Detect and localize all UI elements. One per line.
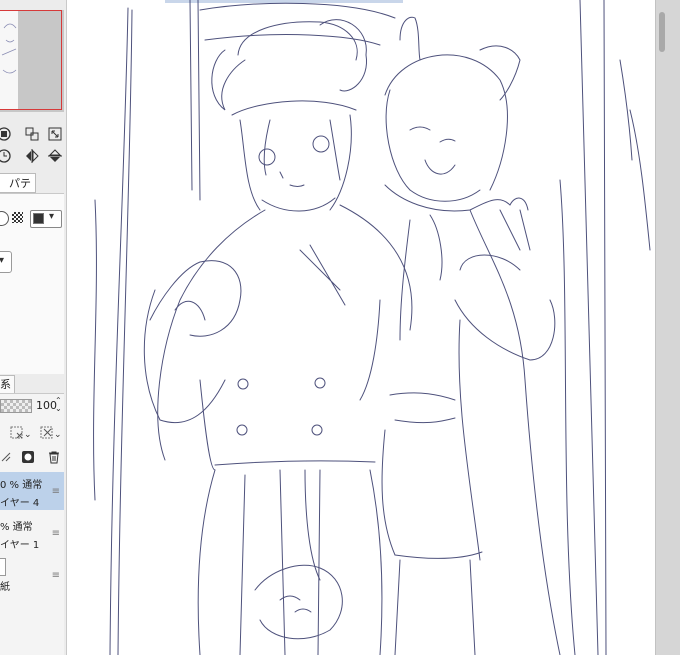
drawing-canvas[interactable] [67, 0, 655, 655]
paper-color-swatch [0, 558, 6, 576]
layer-name: イヤー 4 [0, 498, 40, 509]
sketch-artwork [93, 0, 651, 655]
svg-text:⌄: ⌄ [54, 430, 62, 440]
opacity-value[interactable]: 100 [36, 399, 57, 412]
clipping-icon[interactable]: ⌄ [8, 423, 32, 443]
scrollbar-thumb[interactable] [659, 12, 665, 52]
expand-icon[interactable] [45, 124, 65, 144]
layer-style-select[interactable]: ▾ [30, 210, 62, 228]
vertical-scrollbar[interactable] [655, 0, 680, 655]
square-icon [33, 213, 44, 224]
layer-name: 紙 [0, 582, 10, 593]
navigator-view-frame[interactable] [0, 10, 62, 110]
navigator-preview[interactable] [0, 10, 64, 112]
circle-option-icon[interactable] [0, 211, 9, 226]
layer-name: イヤー 1 [0, 540, 40, 551]
opacity-spinner[interactable]: ⌃ ⌄ [55, 397, 62, 413]
lock-icon[interactable] [0, 447, 16, 467]
reference-icon[interactable]: ⌄ [38, 423, 64, 443]
stop-icon[interactable] [0, 124, 14, 144]
texture-icon[interactable] [12, 212, 23, 223]
layer-row-1[interactable]: % 通常 イヤー 1 ≡ [0, 514, 64, 552]
drag-handle-icon[interactable]: ≡ [52, 570, 60, 581]
blend-mode-select[interactable]: ▾ [0, 251, 12, 273]
tab-layer[interactable]: 系 [0, 375, 15, 395]
layer-opacity-mode: 0 % 通常 [0, 480, 43, 491]
layer-opacity-mode: % 通常 [0, 522, 33, 533]
flip-horizontal-icon[interactable] [22, 146, 42, 166]
layer-row-paper[interactable]: 紙 ≡ [0, 556, 64, 594]
layer-row-4[interactable]: 0 % 通常 イヤー 4 ≡ [0, 472, 64, 510]
drag-handle-icon[interactable]: ≡ [52, 528, 60, 539]
trash-icon[interactable] [44, 447, 64, 467]
svg-text:⌄: ⌄ [24, 430, 31, 440]
tab-property[interactable]: パティ [0, 173, 36, 210]
mask-icon[interactable] [18, 447, 38, 467]
chevron-down-icon: ▾ [0, 255, 4, 266]
property-panel: ▾ ▾ [0, 193, 64, 374]
chevron-down-icon: ▾ [49, 211, 55, 222]
rotate-icon[interactable] [0, 146, 14, 166]
left-panel: パティ ▾ ▾ 系 100 ⌃⌄ ⌄ ⌄ 0 % 通常 イヤー 4 ≡ % 通常… [0, 0, 67, 655]
fit-icon[interactable] [22, 124, 42, 144]
drag-handle-icon[interactable]: ≡ [52, 486, 60, 497]
opacity-slider[interactable] [0, 399, 32, 413]
flip-vertical-icon[interactable] [45, 146, 65, 166]
